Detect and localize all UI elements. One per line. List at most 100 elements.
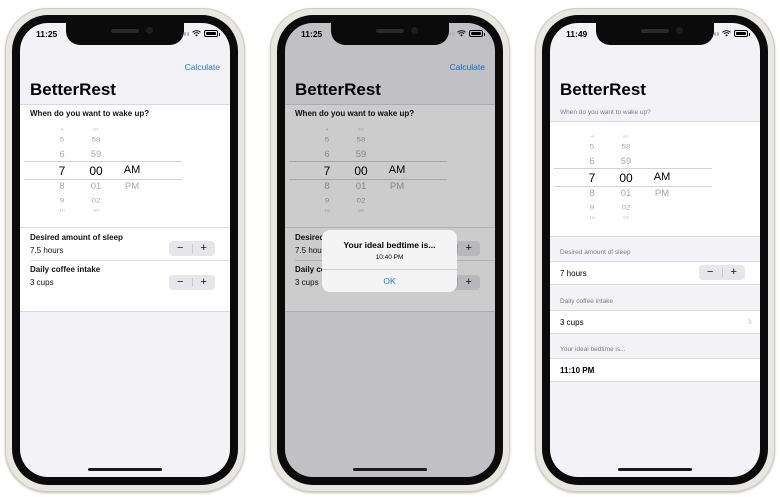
home-indicator[interactable] — [353, 468, 427, 471]
picker-hour-item: 10 — [59, 209, 65, 213]
sleep-value: 7.5 hours — [30, 246, 64, 255]
status-time: 11:49 — [566, 29, 588, 39]
coffee-label: Daily coffee intake — [30, 265, 101, 274]
form-content: When do you want to wake up? 4 5 6 7 8 9… — [20, 104, 230, 312]
bedtime-section-header: Your ideal bedtime is... — [560, 346, 626, 353]
picker-hour-item: 4 — [590, 135, 594, 139]
picker-hour-item: 8 — [59, 181, 65, 192]
wake-up-question: When do you want to wake up? — [30, 109, 150, 118]
page-title: BetterRest — [30, 80, 116, 99]
status-time: 11:25 — [301, 29, 323, 39]
increment-button[interactable]: + — [723, 265, 746, 280]
page-title: BetterRest — [560, 80, 646, 99]
picker-selection-line — [24, 161, 182, 162]
picker-minute-item: 59 — [90, 149, 102, 160]
picker-minute-item: 58 — [91, 135, 101, 144]
picker-ampm-column[interactable]: AM PM — [118, 127, 146, 221]
decrement-button[interactable]: − — [699, 265, 722, 280]
picker-hour-item: 6 — [59, 149, 65, 160]
sleep-value: 7 hours — [560, 269, 587, 278]
bedtime-value: 11:10 PM — [560, 366, 595, 375]
chevron-right-icon: › — [748, 314, 752, 328]
wifi-icon — [192, 30, 201, 37]
picker-minute-selected: 00 — [89, 164, 103, 178]
picker-hour-selected: 7 — [58, 164, 66, 178]
picker-minute-item: 03 — [93, 209, 99, 213]
picker-hour-item: 5 — [59, 135, 65, 144]
status-time: 11:25 — [36, 29, 58, 39]
sleep-stepper[interactable]: − + — [169, 241, 215, 256]
calculate-button[interactable]: Calculate — [185, 62, 220, 72]
wake-up-picker-cell: 4 5 6 7 8 9 10 57 58 59 00 01 02 03 AM P… — [550, 121, 760, 237]
sleep-section-header: Desired amount of sleep — [560, 249, 631, 256]
screen-2: 11:25 Calculate BetterRest When do you w… — [285, 23, 495, 477]
bedtime-cell: 11:10 PM — [550, 358, 760, 382]
decrement-button[interactable]: − — [169, 275, 192, 290]
notch — [66, 23, 184, 45]
picker-hour-column[interactable]: 4 5 6 7 8 9 10 — [50, 127, 74, 221]
screen-1: 11:25 Calculate BetterRest When do you w… — [20, 23, 230, 477]
row-divider — [30, 260, 230, 261]
sleep-cell: 7 hours − + — [550, 261, 760, 285]
coffee-section-header: Daily coffee intake — [560, 298, 613, 305]
notch — [331, 23, 449, 45]
alert-message: 10:40 PM — [375, 254, 404, 261]
battery-icon — [734, 30, 750, 37]
picker-minute-item: 58 — [621, 142, 631, 151]
picker-ampm-item: PM — [654, 188, 670, 199]
picker-selection-line — [554, 168, 712, 169]
picker-hour-item: 6 — [589, 156, 595, 167]
alert-ok-button[interactable]: OK — [322, 270, 457, 292]
picker-minute-column[interactable]: 57 58 59 00 01 02 03 — [82, 127, 110, 221]
wake-up-time-picker[interactable]: 4 5 6 7 8 9 10 57 58 59 00 01 02 03 AM P… — [24, 127, 182, 221]
picker-minute-item: 02 — [621, 203, 631, 212]
picker-hour-column[interactable]: 4 5 6 7 8 9 10 — [580, 134, 604, 228]
picker-hour-item: 10 — [589, 216, 595, 220]
picker-hour-item: 5 — [589, 142, 595, 151]
picker-minute-item: 01 — [620, 188, 632, 199]
picker-ampm-selected: AM — [653, 171, 671, 183]
sleep-label: Desired amount of sleep — [30, 233, 123, 242]
notch — [596, 23, 714, 45]
picker-minute-item: 01 — [90, 181, 102, 192]
wake-up-time-picker[interactable]: 4 5 6 7 8 9 10 57 58 59 00 01 02 03 AM P… — [554, 134, 712, 228]
home-indicator[interactable] — [88, 468, 162, 471]
picker-hour-item: 4 — [60, 128, 64, 132]
phone-frame-1: 11:25 Calculate BetterRest When do you w… — [5, 8, 245, 492]
alert-title: Your ideal bedtime is... — [343, 240, 436, 250]
home-indicator[interactable] — [618, 468, 692, 471]
coffee-picker-cell[interactable]: 3 cups › — [550, 310, 760, 334]
bedtime-alert: Your ideal bedtime is... 10:40 PM OK — [322, 230, 457, 292]
picker-selection-line — [24, 179, 182, 180]
picker-hour-item: 9 — [59, 196, 65, 205]
picker-ampm-selected: AM — [123, 164, 141, 176]
phone-frame-2: 11:25 Calculate BetterRest When do you w… — [270, 8, 510, 492]
picker-hour-item: 8 — [589, 188, 595, 199]
increment-button[interactable]: + — [193, 241, 216, 256]
picker-minute-item: 03 — [623, 216, 629, 220]
sleep-stepper[interactable]: − + — [699, 265, 745, 280]
picker-ampm-column[interactable]: AM PM — [648, 134, 676, 228]
picker-ampm-item: PM — [124, 181, 140, 192]
wake-up-section-header: When do you want to wake up? — [560, 109, 651, 116]
picker-hour-selected: 7 — [588, 171, 596, 185]
picker-minute-item: 02 — [91, 196, 101, 205]
picker-minute-item: 59 — [620, 156, 632, 167]
increment-button[interactable]: + — [193, 275, 216, 290]
picker-hour-item: 9 — [589, 203, 595, 212]
coffee-value: 3 cups — [560, 318, 584, 327]
coffee-stepper[interactable]: − + — [169, 275, 215, 290]
picker-minute-column[interactable]: 57 58 59 00 01 02 03 — [612, 134, 640, 228]
row-divider — [20, 227, 230, 228]
wifi-icon — [722, 30, 731, 37]
coffee-value: 3 cups — [30, 278, 54, 287]
phone-frame-3: 11:49 BetterRest When do you want to wak… — [535, 8, 775, 492]
screen-3: 11:49 BetterRest When do you want to wak… — [550, 23, 760, 477]
battery-icon — [469, 30, 485, 37]
picker-minute-selected: 00 — [619, 171, 633, 185]
picker-minute-item: 57 — [93, 128, 99, 132]
wifi-icon — [457, 30, 466, 37]
battery-icon — [204, 30, 220, 37]
picker-minute-item: 57 — [623, 135, 629, 139]
decrement-button[interactable]: − — [169, 241, 192, 256]
